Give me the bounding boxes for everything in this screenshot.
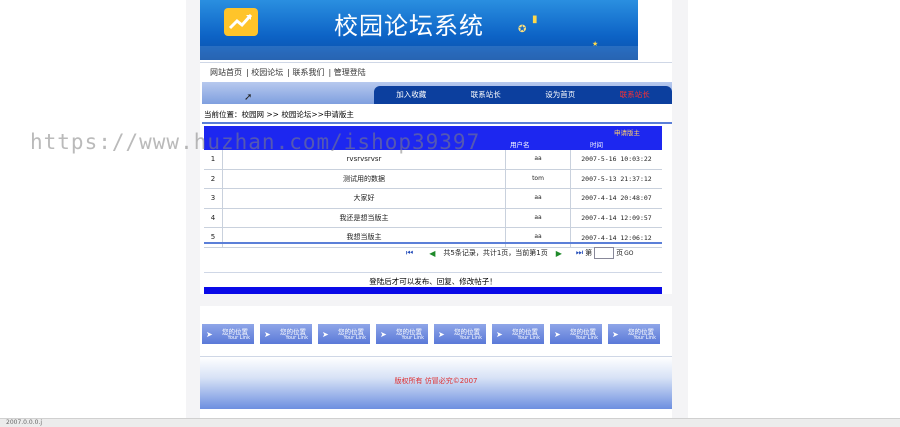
pointer-icon: ➤ bbox=[206, 330, 213, 339]
star-icon: ★ bbox=[592, 40, 599, 48]
pointer-icon: ➤ bbox=[322, 330, 329, 339]
nav-admin-login[interactable]: 管理登陆 bbox=[334, 68, 366, 77]
link-sub: Your Link bbox=[459, 335, 482, 341]
copyright: 版权所有 仿冒必究©2007 bbox=[394, 377, 478, 385]
page-content: 校园论坛系统 ▮ ✪ ★ 网站首页 | 校园论坛 | 联系我们 | 管理登陆 加入收藏… bbox=[200, 0, 672, 426]
row-number: 5 bbox=[204, 228, 223, 247]
your-link-button[interactable]: ➤ 您的位置 Your Link bbox=[492, 324, 544, 344]
link-sub: Your Link bbox=[227, 335, 250, 341]
pointer-icon: ➤ bbox=[612, 330, 619, 339]
your-link-button[interactable]: ➤ 您的位置 Your Link bbox=[376, 324, 428, 344]
blue-bar bbox=[204, 287, 662, 294]
link-sub: Your Link bbox=[517, 335, 540, 341]
next-page-icon[interactable]: ▶ bbox=[556, 249, 562, 258]
post-title-link[interactable]: 测试用的数据 bbox=[223, 169, 506, 189]
link-sub: Your Link bbox=[575, 335, 598, 341]
bookmark-icon: ▮ bbox=[532, 14, 538, 25]
post-user: aa bbox=[506, 150, 571, 169]
section-gap bbox=[200, 294, 672, 306]
nav-contact[interactable]: 联系我们 bbox=[293, 68, 325, 77]
table-row: 4 我还是想当版主 aa 2007-4-14 12:09:57 bbox=[204, 208, 662, 229]
top-nav: 网站首页 | 校园论坛 | 联系我们 | 管理登陆 bbox=[210, 68, 366, 77]
your-link-button[interactable]: ➤ 您的位置 Your Link bbox=[202, 324, 254, 344]
divider bbox=[202, 122, 672, 124]
goto-prefix: 第 bbox=[585, 249, 593, 257]
post-title-link[interactable]: 我还是想当版主 bbox=[223, 208, 506, 228]
pointer-icon: ➤ bbox=[264, 330, 271, 339]
tab-set-homepage[interactable]: 设为首页 bbox=[523, 86, 598, 104]
table-row: 2 测试用的数据 tom 2007-5-13 21:37:12 bbox=[204, 169, 662, 190]
post-title-link[interactable]: 我想当版主 bbox=[223, 228, 506, 247]
divider bbox=[200, 62, 672, 63]
post-user: aa bbox=[506, 228, 571, 247]
breadcrumb: 当前位置：校园网 >> 校园论坛>>申请版主 bbox=[204, 110, 354, 119]
prev-page-icon[interactable]: ◀ bbox=[429, 249, 435, 258]
nav-home[interactable]: 网站首页 bbox=[210, 68, 242, 77]
post-title-link[interactable]: 大家好 bbox=[223, 189, 506, 208]
site-title: 校园论坛系统 bbox=[334, 12, 484, 40]
nav-forum[interactable]: 校园论坛 bbox=[251, 68, 283, 77]
banner-stripe bbox=[200, 46, 638, 60]
medal-icon: ✪ bbox=[518, 24, 527, 35]
status-text: 2007.0.0.0.j bbox=[6, 419, 43, 426]
header-banner: 校园论坛系统 ▮ ✪ ★ bbox=[200, 0, 638, 60]
menu-tabs: 加入收藏 联系站长 设为首页 联系站长 bbox=[374, 86, 672, 104]
tab-contact-admin[interactable]: 联系站长 bbox=[449, 86, 524, 104]
post-date: 2007-4-14 12:09:57 bbox=[581, 214, 652, 223]
watermark: https://www.huzhan.com/ishop39397 bbox=[30, 130, 481, 154]
table-row: 3 大家好 aa 2007-4-14 20:48:07 bbox=[204, 189, 662, 209]
row-number: 2 bbox=[204, 169, 223, 189]
pointer-icon: ➤ bbox=[496, 330, 503, 339]
your-link-button[interactable]: ➤ 您的位置 Your Link bbox=[260, 324, 312, 344]
tab-add-favorite[interactable]: 加入收藏 bbox=[374, 86, 449, 104]
link-bar: ➤ 您的位置 Your Link ➤ 您的位置 Your Link ➤ 您的位置 Your … bbox=[202, 324, 672, 344]
pointer-icon: ➤ bbox=[438, 330, 445, 339]
your-link-button[interactable]: ➤ 您的位置 Your Link bbox=[434, 324, 486, 344]
pager-summary: 共5条记录，共计1页，当前第1页 bbox=[443, 249, 548, 257]
column-time: 时间 bbox=[590, 141, 603, 149]
page-number-input[interactable] bbox=[594, 247, 615, 259]
post-user: aa bbox=[506, 189, 571, 208]
post-user: aa bbox=[506, 208, 571, 228]
login-notice: 登陆后才可以发布、回复、修改帖子！ bbox=[369, 277, 497, 286]
go-button[interactable]: GO bbox=[624, 250, 633, 257]
row-number: 4 bbox=[204, 208, 223, 228]
first-page-icon[interactable]: ⏮ bbox=[406, 248, 413, 258]
your-link-button[interactable]: ➤ 您的位置 Your Link bbox=[608, 324, 660, 344]
goto-suffix: 页 bbox=[616, 249, 624, 257]
apply-moderator-link[interactable]: 申请版主 bbox=[614, 127, 640, 137]
row-number: 3 bbox=[204, 189, 223, 208]
pager: ⏮ ◀ 共5条记录，共计1页，当前第1页 ▶ ⏭ 第 页 GO bbox=[398, 247, 633, 259]
your-link-button[interactable]: ➤ 您的位置 Your Link bbox=[550, 324, 602, 344]
post-date: 2007-4-14 20:48:07 bbox=[581, 194, 652, 203]
tab-contact-highlight[interactable]: 联系站长 bbox=[598, 86, 673, 104]
mouse-cursor-icon: ➚ bbox=[244, 92, 253, 103]
chart-logo-icon bbox=[224, 8, 258, 36]
table-row: 5 我想当版主 aa 2007-4-14 12:06:12 bbox=[204, 228, 662, 248]
link-sub: Your Link bbox=[633, 335, 656, 341]
post-date: 2007-5-16 10:03:22 bbox=[581, 155, 652, 164]
page-frame: 校园论坛系统 ▮ ✪ ★ 网站首页 | 校园论坛 | 联系我们 | 管理登陆 加入收藏… bbox=[186, 0, 688, 426]
your-link-button[interactable]: ➤ 您的位置 Your Link bbox=[318, 324, 370, 344]
link-sub: Your Link bbox=[401, 335, 424, 341]
divider bbox=[204, 272, 662, 273]
last-page-icon[interactable]: ⏭ bbox=[576, 248, 583, 258]
pointer-icon: ➤ bbox=[380, 330, 387, 339]
post-table: 1 rvsrvsrvsr aa 2007-5-16 10:03:22 2 测试用… bbox=[204, 150, 662, 248]
post-date: 2007-5-13 21:37:12 bbox=[581, 174, 652, 183]
pointer-icon: ➤ bbox=[554, 330, 561, 339]
divider bbox=[204, 242, 662, 244]
link-sub: Your Link bbox=[343, 335, 366, 341]
column-user: 用户名 bbox=[510, 141, 530, 149]
post-user: tom bbox=[506, 169, 571, 189]
link-sub: Your Link bbox=[285, 335, 308, 341]
